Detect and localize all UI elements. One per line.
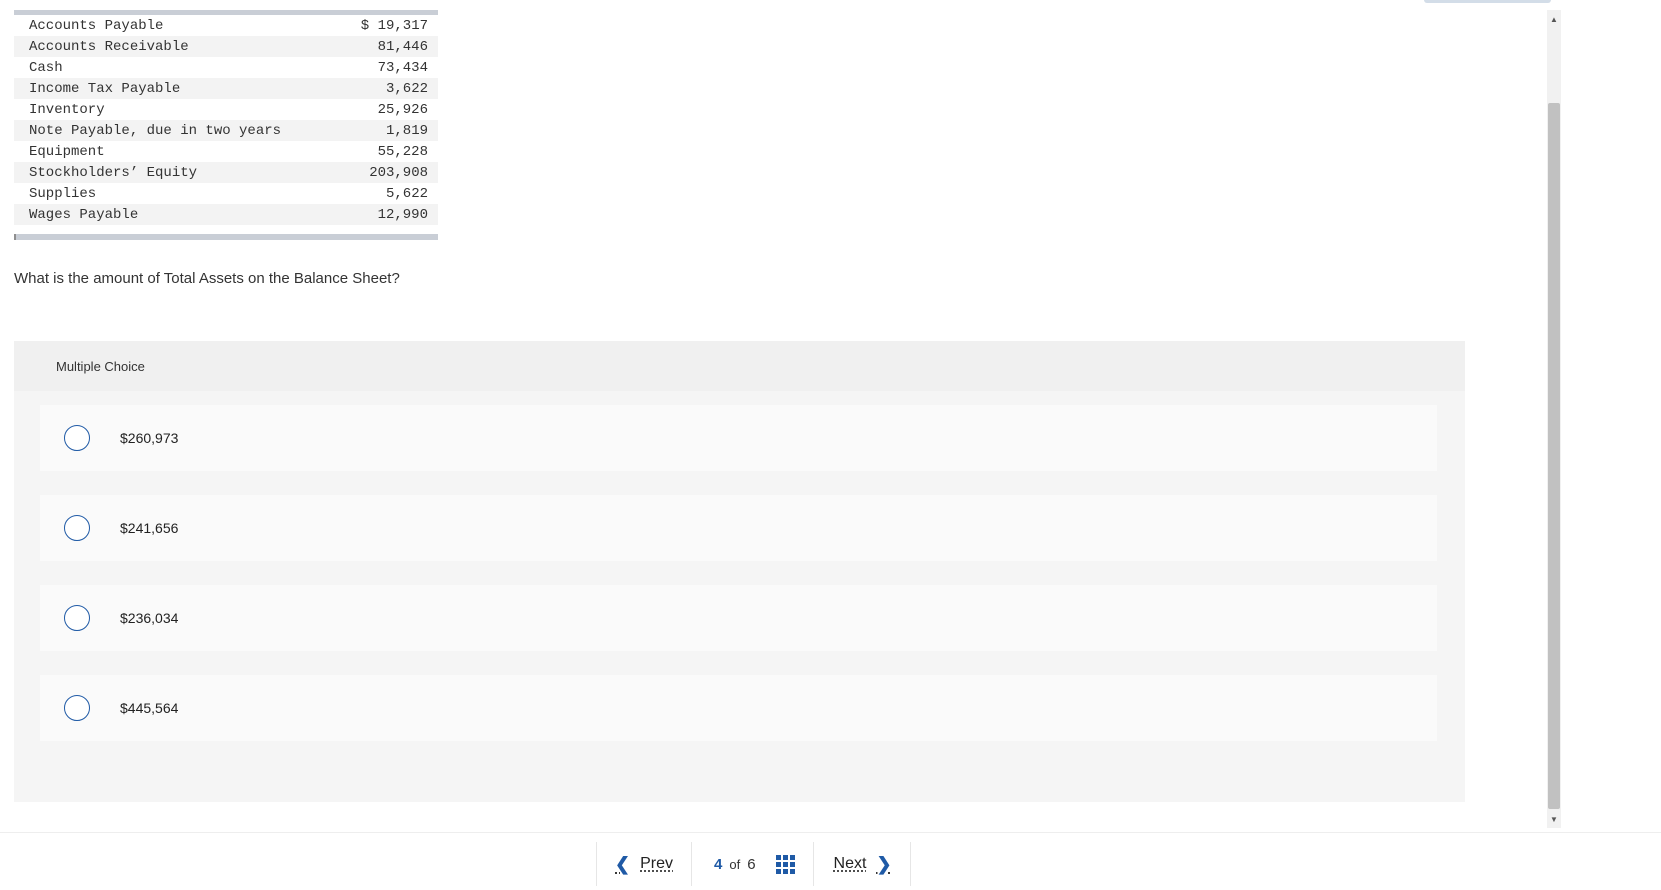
next-button[interactable]: Next ❯ (814, 854, 910, 875)
radio-button[interactable] (64, 425, 90, 451)
table-row: Income Tax Payable 3,622 (14, 78, 438, 99)
row-label: Stockholders’ Equity (29, 164, 198, 181)
prev-label: Prev (640, 855, 673, 872)
vertical-scrollbar[interactable]: ▲ ▼ (1547, 10, 1561, 828)
row-label: Accounts Receivable (29, 38, 189, 55)
table-row: Wages Payable 12,990 (14, 204, 438, 225)
prev-button[interactable]: ❮ Prev (597, 854, 691, 875)
choice-option-2[interactable]: $241,656 (40, 495, 1437, 561)
choice-label: $236,034 (120, 610, 179, 626)
caret-up-icon[interactable]: ▲ (1547, 12, 1561, 26)
table-row: Accounts Receivable 81,446 (14, 36, 438, 57)
row-amount: 203,908 (369, 164, 428, 181)
multiple-choice-panel: Multiple Choice $260,973 $241,656 $236,0… (14, 341, 1465, 802)
caret-down-icon[interactable]: ▼ (1547, 812, 1561, 826)
row-amount: 3,622 (385, 80, 428, 97)
row-label: Inventory (29, 101, 105, 118)
row-label: Note Payable, due in two years (29, 122, 282, 139)
nav-divider (909, 842, 911, 886)
choice-label: $445,564 (120, 700, 179, 716)
multiple-choice-header: Multiple Choice (14, 341, 1465, 391)
radio-button[interactable] (64, 695, 90, 721)
table-row: Stockholders’ Equity 203,908 (14, 162, 438, 183)
chevron-left-icon: ❮ (615, 853, 631, 874)
row-label: Cash (29, 59, 63, 76)
question-text: What is the amount of Total Assets on th… (14, 270, 400, 287)
table-row: Equipment 55,228 (14, 141, 438, 162)
row-amount: 81,446 (377, 38, 428, 55)
choice-option-3[interactable]: $236,034 (40, 585, 1437, 651)
table-row: Note Payable, due in two years 1,819 (14, 120, 438, 141)
next-label: Next (833, 855, 867, 872)
table-row: Cash 73,434 (14, 57, 438, 78)
grid-icon[interactable] (775, 854, 795, 874)
scrollbar-thumb[interactable] (1548, 103, 1560, 809)
row-amount: 55,228 (377, 143, 428, 160)
choice-option-4[interactable]: $445,564 (40, 675, 1437, 741)
row-amount: 1,819 (385, 122, 428, 139)
table-row: Accounts Payable $ 19,317 (14, 15, 438, 36)
balance-table: Accounts Payable $ 19,317 Accounts Receiv… (14, 10, 438, 240)
table-bottom-border (14, 234, 438, 240)
top-tab-edge (1424, 0, 1551, 3)
current-question-number: 4 (714, 855, 723, 873)
choice-option-1[interactable]: $260,973 (40, 405, 1437, 471)
row-label: Income Tax Payable (29, 80, 181, 97)
row-label: Supplies (29, 185, 97, 202)
row-amount: $ 19,317 (360, 17, 428, 34)
footer-divider (0, 832, 1661, 833)
row-amount: 25,926 (377, 101, 428, 118)
of-label: of (729, 856, 741, 872)
balance-rows: Accounts Payable $ 19,317 Accounts Receiv… (14, 15, 438, 225)
chevron-right-icon: ❯ (876, 853, 892, 874)
radio-button[interactable] (64, 515, 90, 541)
row-label: Equipment (29, 143, 105, 160)
row-amount: 12,990 (377, 206, 428, 223)
choice-label: $241,656 (120, 520, 179, 536)
row-amount: 73,434 (377, 59, 428, 76)
table-row: Supplies 5,622 (14, 183, 438, 204)
total-questions: 6 (747, 855, 756, 873)
question-navigation: ❮ Prev 4 of 6 Next ❯ (596, 838, 920, 890)
row-amount: 5,622 (385, 185, 428, 202)
choice-label: $260,973 (120, 430, 179, 446)
row-label: Accounts Payable (29, 17, 164, 34)
row-label: Wages Payable (29, 206, 139, 223)
table-row: Inventory 25,926 (14, 99, 438, 120)
radio-button[interactable] (64, 605, 90, 631)
question-counter: 4 of 6 (692, 854, 813, 874)
